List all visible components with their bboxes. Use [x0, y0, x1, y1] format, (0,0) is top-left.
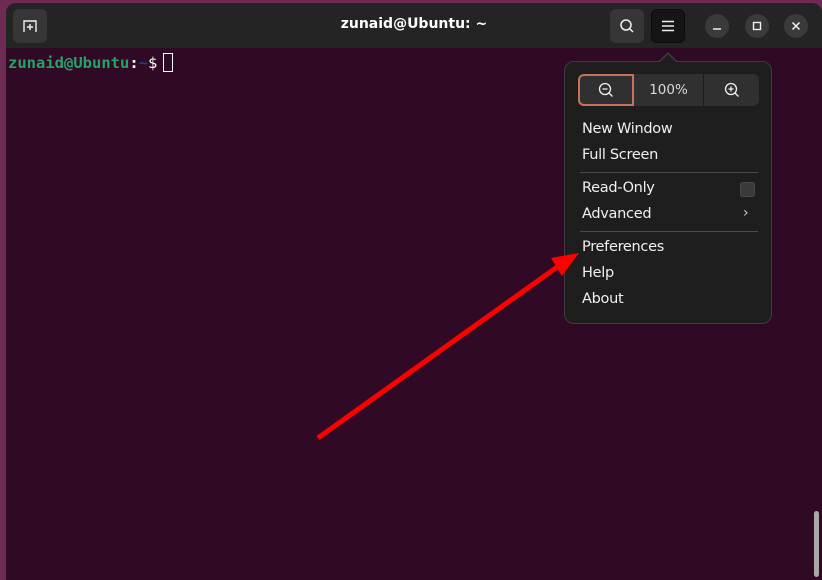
- prompt-path: ~: [138, 54, 149, 72]
- prompt-colon: :: [129, 54, 139, 72]
- main-menu-popover: 100% New Window Full Screen Read-Only Ad…: [564, 61, 772, 324]
- prompt-user-host: zunaid@Ubuntu: [8, 54, 130, 72]
- maximize-button[interactable]: [745, 14, 769, 38]
- menu-separator: [580, 172, 758, 173]
- header-bar: zunaid@Ubuntu: ~: [6, 3, 822, 48]
- shell-prompt: zunaid@Ubuntu:~$: [8, 53, 174, 72]
- zoom-in-button[interactable]: [704, 74, 759, 106]
- zoom-controls: 100%: [578, 74, 759, 106]
- zoom-out-button[interactable]: [578, 74, 634, 106]
- terminal-cursor: [163, 53, 174, 72]
- menu-item-full-screen[interactable]: Full Screen: [582, 147, 658, 163]
- menu-item-help[interactable]: Help: [582, 265, 614, 281]
- scrollbar[interactable]: [814, 511, 819, 577]
- menu-separator: [580, 231, 758, 232]
- zoom-out-icon: [598, 82, 613, 97]
- menu-item-preferences[interactable]: Preferences: [582, 239, 664, 255]
- menu-item-new-window[interactable]: New Window: [582, 121, 673, 137]
- zoom-in-icon: [724, 82, 739, 97]
- menu-item-read-only[interactable]: Read-Only: [582, 180, 655, 196]
- chevron-right-icon: ›: [743, 205, 749, 221]
- popover-arrow-fill: [659, 54, 677, 63]
- menu-item-about[interactable]: About: [582, 291, 624, 307]
- menu-item-advanced[interactable]: Advanced: [582, 206, 652, 222]
- search-button[interactable]: [610, 9, 644, 43]
- window-title: zunaid@Ubuntu: ~: [340, 16, 488, 32]
- search-icon: [620, 19, 634, 33]
- close-icon: [791, 21, 801, 31]
- read-only-checkbox[interactable]: [740, 182, 755, 197]
- minimize-icon: [713, 28, 721, 30]
- hamburger-menu-icon: [662, 20, 674, 32]
- prompt-symbol: $: [148, 54, 158, 72]
- zoom-level-button[interactable]: 100%: [634, 74, 704, 106]
- maximize-icon: [752, 21, 762, 31]
- close-button[interactable]: [784, 14, 808, 38]
- main-menu-button[interactable]: [651, 9, 685, 43]
- minimize-button[interactable]: [705, 14, 729, 38]
